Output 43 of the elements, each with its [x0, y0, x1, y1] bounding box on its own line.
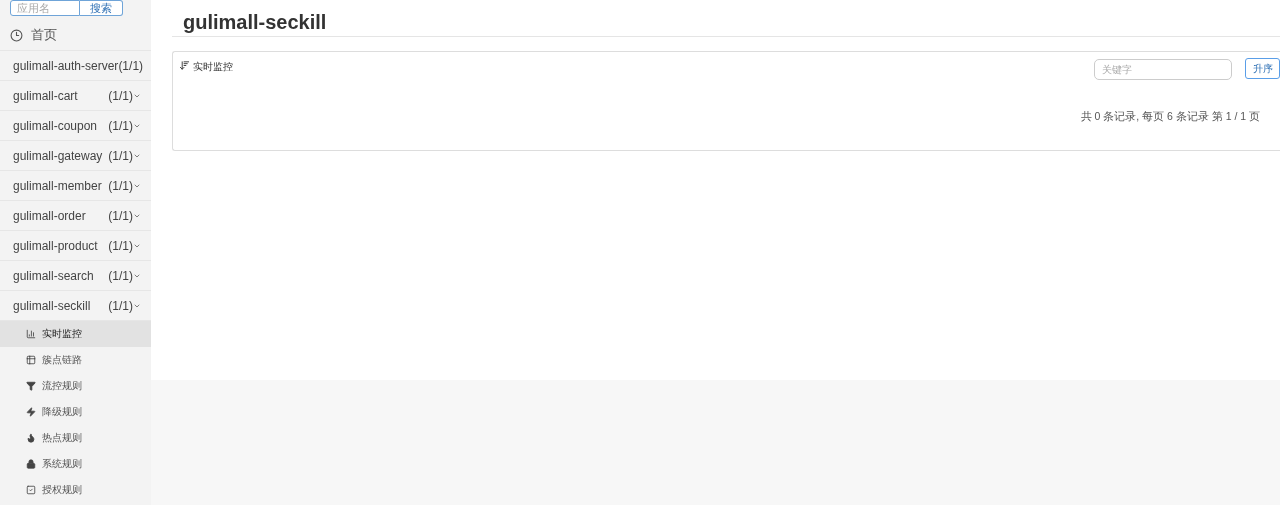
submenu-label: 流控规则: [42, 379, 82, 393]
table-icon: [26, 355, 36, 365]
instance-count: (1/1): [108, 208, 133, 223]
search-button[interactable]: 搜索: [80, 0, 123, 16]
sort-icon: [179, 60, 190, 71]
instance-count: (1/1): [108, 148, 133, 163]
instance-count: (1/1): [108, 298, 133, 313]
checkbox-icon: [26, 485, 36, 495]
submenu-label: 簇点链路: [42, 353, 82, 367]
app-name: gulimall-auth-server: [13, 58, 119, 73]
flame-icon: [26, 433, 36, 443]
app-name: gulimall-member: [13, 178, 103, 193]
instance-count: (1/1): [118, 58, 144, 73]
instance-count: (1/1): [108, 118, 133, 133]
app-name: gulimall-coupon: [13, 118, 99, 133]
home-label: 首页: [31, 26, 57, 44]
keyword-field[interactable]: 关键字: [1094, 59, 1232, 80]
bar-chart-icon: [26, 329, 36, 339]
submenu-label: 系统规则: [42, 457, 82, 471]
lightning-icon: [26, 407, 36, 417]
app-name: gulimall-order: [13, 208, 87, 223]
app-name: gulimall-search: [13, 268, 95, 283]
submenu-item[interactable]: 实时监控: [0, 321, 151, 347]
clock-icon: [10, 28, 23, 42]
submenu-label: 降级规则: [42, 405, 82, 419]
pagination-info: 共 0 条记录, 每页 6 条记录 第 1 / 1 页: [1080, 110, 1260, 124]
lock-icon: [26, 459, 36, 469]
instance-count: (1/1): [108, 178, 133, 193]
filter-icon: [26, 381, 36, 391]
panel-title: 实时监控: [193, 60, 234, 74]
submenu-label: 授权规则: [42, 483, 82, 497]
submenu-label: 热点规则: [42, 431, 82, 445]
instance-count: (1/1): [108, 88, 133, 103]
submenu-label: 实时监控: [42, 327, 82, 341]
app-name: gulimall-cart: [13, 88, 79, 103]
app-name: gulimall-seckill: [13, 298, 92, 313]
app-name: gulimall-product: [13, 238, 99, 253]
app-search-field[interactable]: 应用名: [10, 0, 80, 16]
instance-count: (1/1): [108, 238, 133, 253]
sort-button[interactable]: 升序: [1245, 58, 1280, 79]
page-title: gulimall-seckill: [172, 0, 1280, 37]
app-name: gulimall-gateway: [13, 148, 104, 163]
instance-count: (1/1): [108, 268, 133, 283]
